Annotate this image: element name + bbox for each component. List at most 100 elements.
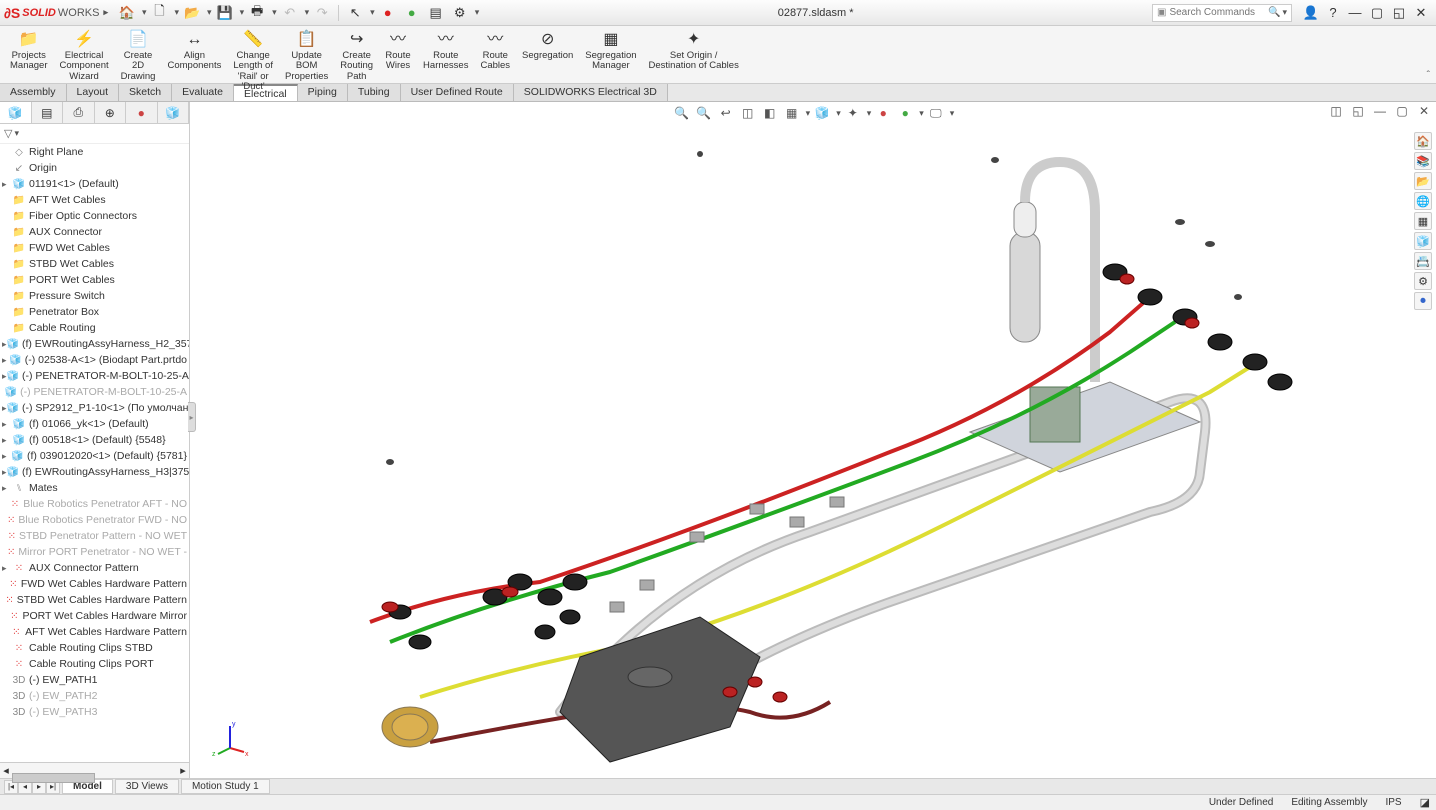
expand-icon[interactable]: ▸ xyxy=(2,451,11,462)
home-icon[interactable]: 🏠 xyxy=(116,3,138,23)
user-account-icon[interactable]: 👤 xyxy=(1300,3,1322,23)
tree-item[interactable]: 📁Cable Routing xyxy=(0,320,189,336)
tree-item[interactable]: 📁FWD Wet Cables xyxy=(0,240,189,256)
tree-item[interactable]: ↙Origin xyxy=(0,160,189,176)
tree-item[interactable]: ▸⁙AUX Connector Pattern xyxy=(0,560,189,576)
orientation-triad[interactable]: x z y xyxy=(210,718,250,758)
tree-item[interactable]: 📁Fiber Optic Connectors xyxy=(0,208,189,224)
view-palette-icon[interactable]: 🌐 xyxy=(1414,192,1432,210)
ribbon-segregation-button[interactable]: ▦SegregationManager xyxy=(579,28,642,74)
tree-item[interactable]: 📁Penetrator Box xyxy=(0,304,189,320)
tree-item[interactable]: 📁PORT Wet Cables xyxy=(0,272,189,288)
tree-horizontal-scrollbar[interactable]: ◂ ▸ xyxy=(0,762,189,778)
tree-item[interactable]: 📁Pressure Switch xyxy=(0,288,189,304)
tree-item[interactable]: 📁STBD Wet Cables xyxy=(0,256,189,272)
print-icon[interactable]: 🖶 xyxy=(246,3,268,23)
tree-item[interactable]: ▸🧊(-) PENETRATOR-M-BOLT-10-25-A xyxy=(0,368,189,384)
redo-icon[interactable]: ↷ xyxy=(311,3,333,23)
tree-item[interactable]: ▸🧊01191<1> (Default) xyxy=(0,176,189,192)
expand-icon[interactable]: ▸ xyxy=(2,355,9,366)
tree-item[interactable]: ◇Right Plane xyxy=(0,144,189,160)
doc-tab-assembly[interactable]: Assembly xyxy=(0,84,67,101)
sw-resources-icon[interactable]: 🏠 xyxy=(1414,132,1432,150)
options-list-icon[interactable]: ▤ xyxy=(425,3,447,23)
vp-maximize-icon[interactable]: ▢ xyxy=(1392,102,1412,120)
panel-splitter-handle[interactable]: ▸ xyxy=(188,402,196,432)
ribbon-align-button[interactable]: ↔AlignComponents xyxy=(161,28,227,74)
tree-item[interactable]: ⁙Blue Robotics Penetrator FWD - NO xyxy=(0,512,189,528)
tree-item[interactable]: ▸🧊(f) EWRoutingAssyHarness_H3|375 xyxy=(0,464,189,480)
cam-icon[interactable]: ⚙ xyxy=(1414,272,1432,290)
ribbon-update-button[interactable]: 📋UpdateBOMProperties xyxy=(279,28,334,84)
tree-item[interactable]: ⁙Cable Routing Clips PORT xyxy=(0,656,189,672)
help-icon[interactable]: ? xyxy=(1322,3,1344,23)
ribbon-create-button[interactable]: ↪CreateRoutingPath xyxy=(334,28,379,84)
ribbon-projects-button[interactable]: 📁ProjectsManager xyxy=(4,28,54,74)
search-input[interactable] xyxy=(1169,7,1268,18)
tree-item[interactable]: ▸⑊Mates xyxy=(0,480,189,496)
undo-icon[interactable]: ↶ xyxy=(279,3,301,23)
tree-filter-row[interactable]: ▽ ▾ xyxy=(0,124,189,144)
vp-close-icon[interactable]: ✕ xyxy=(1414,102,1434,120)
minimize-icon[interactable]: — xyxy=(1344,3,1366,23)
tree-item[interactable]: ⁙AFT Wet Cables Hardware Pattern xyxy=(0,624,189,640)
select-icon[interactable]: ↖ xyxy=(344,3,366,23)
scene-icon[interactable]: ● xyxy=(895,104,915,122)
custom-props-icon[interactable]: 🧊 xyxy=(1414,232,1432,250)
expand-icon[interactable]: ▸ xyxy=(2,483,12,494)
doc-tab-user-defined-route[interactable]: User Defined Route xyxy=(401,84,514,101)
tree-item[interactable]: 📁AFT Wet Cables xyxy=(0,192,189,208)
tree-item[interactable]: 3D(-) EW_PATH3 xyxy=(0,704,189,720)
ribbon-set-origin--button[interactable]: ✦Set Origin /Destination of Cables xyxy=(643,28,745,74)
restore-icon[interactable]: ▢ xyxy=(1366,3,1388,23)
bottom-tab-3d-views[interactable]: 3D Views xyxy=(115,779,179,794)
zoom-fit-icon[interactable]: 🔍 xyxy=(672,104,692,122)
search-commands-box[interactable]: ▣ 🔍▾ xyxy=(1152,4,1292,22)
doc-tab-piping[interactable]: Piping xyxy=(298,84,348,101)
ribbon-route-button[interactable]: 〰RouteHarnesses xyxy=(417,28,474,74)
traffic-red-icon[interactable]: ● xyxy=(377,3,399,23)
tree-item[interactable]: ⁙FWD Wet Cables Hardware Pattern xyxy=(0,576,189,592)
doc-tab-layout[interactable]: Layout xyxy=(67,84,120,101)
zoom-area-icon[interactable]: 🔍 xyxy=(694,104,714,122)
tree-item[interactable]: ⁙Cable Routing Clips STBD xyxy=(0,640,189,656)
ribbon-route-button[interactable]: 〰RouteWires xyxy=(379,28,417,74)
open-icon[interactable]: 📂 xyxy=(181,3,203,23)
ribbon-create-button[interactable]: 📄Create2DDrawing xyxy=(115,28,162,84)
doc-tab-evaluate[interactable]: Evaluate xyxy=(172,84,234,101)
bottom-tab-motion-study-1[interactable]: Motion Study 1 xyxy=(181,779,270,794)
appearances-icon[interactable]: ▦ xyxy=(1414,212,1432,230)
view-orient-icon[interactable]: ▦ xyxy=(782,104,802,122)
ribbon-electrical-button[interactable]: ⚡ElectricalComponentWizard xyxy=(54,28,115,84)
doc-tab-sketch[interactable]: Sketch xyxy=(119,84,172,101)
app-menu-caret-icon[interactable]: ▸ xyxy=(103,7,108,18)
expand-icon[interactable]: ▸ xyxy=(2,435,12,446)
expand-icon[interactable]: ▸ xyxy=(2,419,12,430)
section-view-icon[interactable]: ◫ xyxy=(738,104,758,122)
tree-item[interactable]: 3D(-) EW_PATH2 xyxy=(0,688,189,704)
ribbon-segregation-button[interactable]: ⊘Segregation xyxy=(516,28,579,63)
tree-tab-feature[interactable]: 🧊 xyxy=(0,102,32,123)
tree-item[interactable]: ▸🧊(-) 02538-A<1> (Biodapt Part.prtdo xyxy=(0,352,189,368)
design-library-icon[interactable]: 📚 xyxy=(1414,152,1432,170)
tree-tab-dimxpert[interactable]: ⊕ xyxy=(95,102,127,123)
tree-item[interactable]: ⁙STBD Wet Cables Hardware Pattern xyxy=(0,592,189,608)
vp-minimize-icon[interactable]: — xyxy=(1370,102,1390,120)
search-icon[interactable]: 🔍 xyxy=(1268,7,1280,18)
tree-item[interactable]: ▸🧊(f) 039012020<1> (Default) {5781} xyxy=(0,448,189,464)
doc-tab-solidworks-electrical-3d[interactable]: SOLIDWORKS Electrical 3D xyxy=(514,84,668,101)
tree-tab-config[interactable]: ⎙ xyxy=(63,102,95,123)
close-icon[interactable]: ✕ xyxy=(1410,3,1432,23)
tree-item[interactable]: 3D(-) EW_PATH1 xyxy=(0,672,189,688)
tree-item[interactable]: 🧊(-) PENETRATOR-M-BOLT-10-25-A xyxy=(0,384,189,400)
tree-item[interactable]: ⁙STBD Penetrator Pattern - NO WET xyxy=(0,528,189,544)
tree-item[interactable]: ▸🧊(f) EWRoutingAssyHarness_H2_357 xyxy=(0,336,189,352)
status-units[interactable]: IPS xyxy=(1385,797,1401,808)
hide-show-icon[interactable]: ✦ xyxy=(843,104,863,122)
previous-view-icon[interactable]: ↩ xyxy=(716,104,736,122)
tree-tab-display[interactable]: ● xyxy=(126,102,158,123)
maximize-icon[interactable]: ◱ xyxy=(1388,3,1410,23)
expand-icon[interactable]: ▸ xyxy=(2,563,12,574)
feature-tree-body[interactable]: ◇Right Plane↙Origin▸🧊01191<1> (Default)📁… xyxy=(0,144,189,762)
status-expand-icon[interactable]: ◪ xyxy=(1420,796,1430,809)
